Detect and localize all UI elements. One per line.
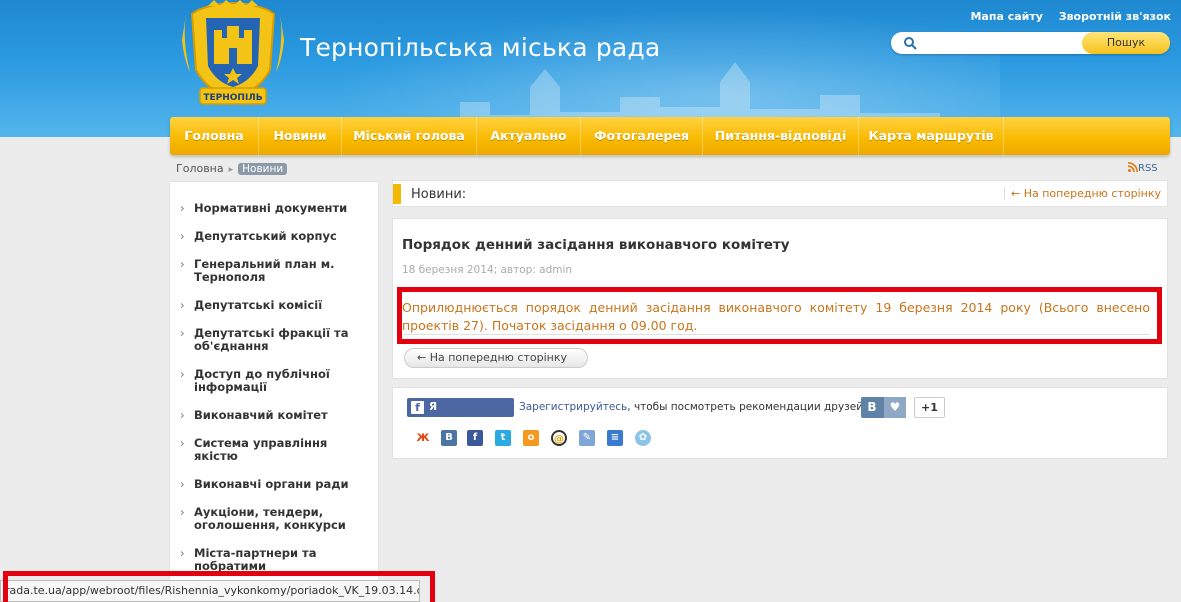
twitter-icon[interactable]: t — [495, 430, 511, 446]
heart-icon: ♥ — [884, 397, 906, 418]
sidebar-item-label: Депутатський корпус — [194, 229, 337, 243]
sidebar-item-label: Виконавчий комітет — [194, 408, 328, 422]
nav-qa[interactable]: Питання-відповіді — [703, 117, 859, 155]
sidebar-item-partner-cities[interactable]: › Міста-партнери та побратими — [170, 546, 378, 573]
article-title: Порядок денний засідання виконавчого ком… — [402, 237, 790, 253]
nav-actual[interactable]: Актуально — [477, 117, 581, 155]
back-button[interactable]: ← На попередню сторінку — [404, 348, 588, 368]
highlight-box-article — [397, 287, 1162, 344]
main-nav: Головна Новини Міський голова Актуально … — [170, 117, 1170, 155]
nav-news[interactable]: Новини — [259, 117, 342, 155]
sidebar-item-general-plan[interactable]: › Генеральний план м. Тернополя — [170, 257, 378, 284]
breadcrumb-home[interactable]: Головна — [176, 162, 224, 175]
facebook-recommend-button[interactable]: f Я рекомендую — [407, 398, 514, 432]
chevron-right-icon: › — [180, 229, 185, 243]
sidebar-item-factions[interactable]: › Депутатські фракції та об'єднання — [170, 326, 378, 353]
search-box: Пошук — [891, 32, 1170, 54]
sidebar-item-label: Система управління якістю — [194, 436, 328, 463]
mail-ru-icon[interactable]: ж — [415, 430, 431, 446]
facebook-share-icon[interactable]: f — [467, 430, 483, 446]
chevron-right-icon: › — [180, 257, 185, 271]
search-button[interactable]: Пошук — [1082, 32, 1170, 54]
vk-icon: В — [867, 400, 877, 414]
chevron-right-icon: › — [180, 298, 185, 312]
section-header: Новини: ← На попередню сторінку — [392, 180, 1168, 207]
breadcrumb: Головна ▸ Новини — [176, 162, 288, 175]
rss-label: RSS — [1138, 163, 1158, 174]
odnoklassniki-icon[interactable]: о — [523, 430, 539, 446]
tarnopil-crest-logo: ТЕРНОПІЛЬ — [182, 0, 284, 105]
sidebar-item-label: Виконавчі органи ради — [194, 477, 349, 491]
nav-mayor[interactable]: Міський голова — [342, 117, 477, 155]
sidebar-item-public-info[interactable]: › Доступ до публічної інформації — [170, 367, 378, 394]
blogger-icon[interactable]: ✎ — [579, 430, 595, 446]
nav-home[interactable]: Головна — [170, 117, 259, 155]
breadcrumb-current: Новини — [238, 163, 288, 175]
rss-link[interactable]: RSS — [1127, 162, 1158, 174]
sidebar-item-deputy-corps[interactable]: › Депутатський корпус — [170, 229, 378, 243]
sidebar-item-label: Нормативні документи — [194, 201, 348, 215]
crest-text: ТЕРНОПІЛЬ — [203, 93, 262, 103]
section-marker — [393, 184, 401, 204]
sidebar-item-quality-system[interactable]: › Система управління якістю — [170, 436, 378, 463]
search-input[interactable] — [921, 35, 1071, 51]
sidebar-item-label: Аукціони, тендери, оголошення, конкурси — [194, 505, 346, 532]
chevron-right-icon: › — [180, 436, 185, 450]
sidebar-item-auctions[interactable]: › Аукціони, тендери, оголошення, конкурси — [170, 505, 378, 532]
section-title: Новини: — [411, 187, 467, 202]
rss-icon — [1127, 162, 1138, 173]
sidebar-item-label: Доступ до публічної інформації — [194, 367, 330, 394]
sidebar-item-label: Генеральний план м. Тернополя — [194, 257, 335, 284]
facebook-icon: f — [411, 401, 424, 414]
back-link[interactable]: ← На попередню сторінку — [1004, 187, 1161, 200]
facebook-register-suffix: , чтобы посмотреть рекомендации друзей — [627, 401, 864, 413]
search-icon — [904, 37, 917, 50]
nav-photogallery[interactable]: Фотогалерея — [581, 117, 703, 155]
sidebar-item-deputy-commissions[interactable]: › Депутатські комісії — [170, 298, 378, 312]
facebook-register-link[interactable]: Зарегистрируйтесь — [519, 401, 627, 413]
highlight-box-status — [3, 571, 435, 602]
site-title[interactable]: Тернопільська міська рада — [300, 33, 660, 62]
nav-route-map[interactable]: Карта маршрутів — [859, 117, 1004, 155]
sidebar-item-label: Міста-партнери та побратими — [194, 546, 317, 573]
sidebar-item-executive-bodies[interactable]: › Виконавчі органи ради — [170, 477, 378, 491]
vk-like-count: +1 — [914, 397, 945, 418]
feedback-link[interactable]: Зворотній зв'язок — [1059, 10, 1171, 23]
vk-like-button[interactable]: В ♥ — [861, 397, 906, 418]
sidebar-item-executive-committee[interactable]: › Виконавчий комітет — [170, 408, 378, 422]
yandex-icon[interactable]: ✿ — [635, 430, 651, 446]
breadcrumb-separator-icon: ▸ — [228, 165, 234, 175]
chevron-right-icon: › — [180, 477, 185, 491]
chevron-right-icon: › — [180, 367, 185, 381]
sidebar: › Нормативні документи › Депутатський корп… — [169, 181, 379, 591]
livejournal-icon[interactable]: @ — [551, 430, 567, 446]
social-panel: f Я рекомендую Зарегистрируйтесь, чтобы … — [392, 387, 1168, 459]
article-meta: 18 березня 2014; автор: admin — [402, 264, 573, 276]
chevron-right-icon: › — [180, 326, 185, 340]
liveinternet-icon[interactable]: ≡ — [607, 430, 623, 446]
facebook-recommend-label: Я рекомендую — [429, 401, 507, 432]
sidebar-item-label: Депутатські фракції та об'єднання — [194, 326, 349, 353]
chevron-right-icon: › — [180, 505, 185, 519]
vkontakte-icon[interactable]: В — [441, 430, 457, 446]
top-links: Мапа сайту Зворотній зв'язок — [958, 10, 1171, 23]
chevron-right-icon: › — [180, 408, 185, 422]
facebook-register-text: Зарегистрируйтесь, чтобы посмотреть реко… — [519, 401, 863, 413]
chevron-right-icon: › — [180, 546, 185, 560]
chevron-right-icon: › — [180, 201, 185, 215]
sidebar-item-normative-docs[interactable]: › Нормативні документи — [170, 201, 378, 215]
sidebar-item-label: Депутатські комісії — [194, 298, 323, 312]
sitemap-link[interactable]: Мапа сайту — [970, 10, 1042, 23]
